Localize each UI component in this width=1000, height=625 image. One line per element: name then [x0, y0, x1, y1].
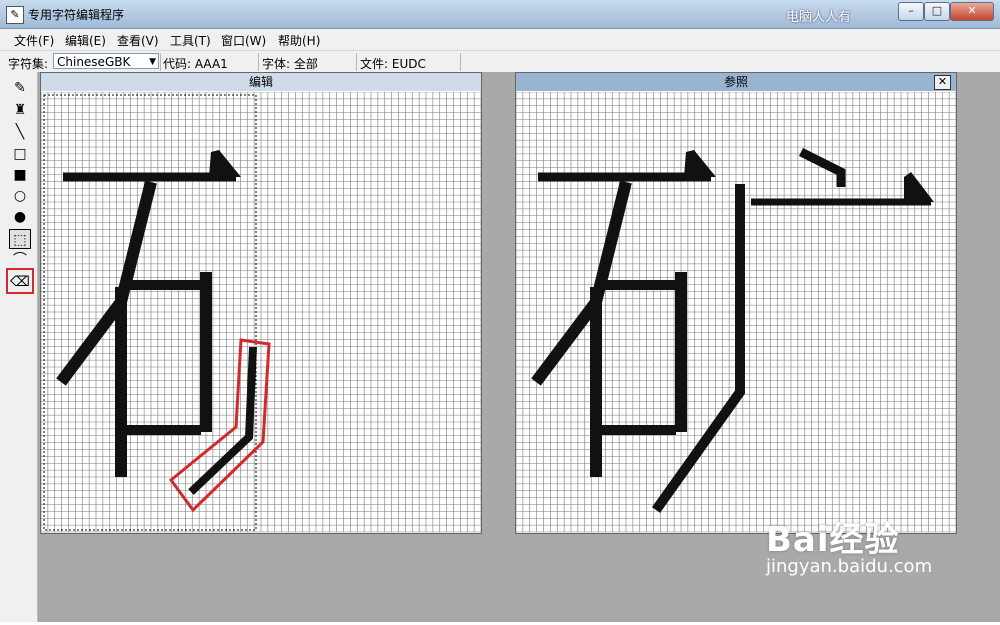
- line-icon[interactable]: ╲: [9, 122, 31, 142]
- charset-value: ChineseGBK: [57, 55, 131, 69]
- reference-panel: 参照 ✕: [515, 72, 957, 534]
- glyph-stroke: [904, 172, 934, 202]
- edit-panel: 编辑: [40, 72, 482, 534]
- hollow-ellipse-icon[interactable]: ○: [9, 186, 31, 206]
- menu-window[interactable]: 窗口(W): [221, 32, 266, 49]
- file-status: 文件: EUDC: [360, 57, 426, 71]
- reference-panel-title: 参照: [516, 73, 956, 91]
- separator: [160, 53, 161, 71]
- eraser-highlight-box: [6, 268, 34, 294]
- separator: [356, 53, 357, 71]
- glyph-stroke: [798, 147, 846, 187]
- charset-select[interactable]: ChineseGBK ▼: [53, 53, 159, 69]
- separator: [460, 53, 461, 71]
- menu-file[interactable]: 文件(F): [14, 32, 54, 49]
- code-status: 代码: AAA1: [163, 57, 228, 71]
- maximize-button[interactable]: □: [924, 2, 950, 21]
- hollow-rectangle-icon[interactable]: □: [9, 144, 31, 164]
- reference-close-button[interactable]: ✕: [934, 75, 951, 90]
- logo-text: Bai经验: [766, 520, 900, 560]
- brush-icon[interactable]: ♜: [9, 100, 31, 120]
- logo-url: jingyan.baidu.com: [766, 556, 933, 577]
- edit-panel-title: 编辑: [41, 73, 481, 91]
- app-icon: ✎: [6, 6, 24, 24]
- separator: [258, 53, 259, 71]
- info-row: 字符集: ChineseGBK ▼ 代码: AAA1 字体: 全部 文件: EU…: [0, 50, 1000, 74]
- glyph-stroke: [651, 184, 745, 513]
- font-status: 字体: 全部: [262, 57, 318, 71]
- edit-grid-canvas[interactable]: [41, 92, 481, 533]
- minimize-button[interactable]: –: [898, 2, 924, 21]
- tool-palette: ✎ ♜ ╲ □ ■ ○ ● ⬚ ⌒ ⌫: [0, 72, 38, 625]
- pencil-icon[interactable]: ✎: [9, 78, 31, 98]
- window-title: 专用字符编辑程序: [28, 8, 125, 22]
- reference-grid-canvas: [516, 92, 956, 533]
- baidu-jingyan-logo: Bai经验 jingyan.baidu.com: [766, 512, 932, 577]
- filled-rectangle-icon[interactable]: ■: [9, 165, 31, 185]
- menu-view[interactable]: 查看(V): [117, 32, 159, 49]
- freeform-select-icon[interactable]: ⌒: [9, 250, 31, 270]
- close-button[interactable]: ✕: [950, 2, 994, 21]
- filled-ellipse-icon[interactable]: ●: [9, 207, 31, 227]
- charset-label: 字符集:: [8, 57, 49, 71]
- menu-tools[interactable]: 工具(T): [170, 32, 211, 49]
- menu-bar: 文件(F) 编辑(E) 查看(V) 工具(T) 窗口(W) 帮助(H): [0, 29, 1000, 49]
- watermark-text: 电脑人人有: [786, 10, 852, 25]
- menu-help[interactable]: 帮助(H): [278, 32, 320, 49]
- rect-select-icon[interactable]: ⬚: [9, 229, 31, 249]
- title-bar: ✎ 专用字符编辑程序 电脑人人有 – □ ✕: [0, 0, 1000, 29]
- dropdown-arrow-icon[interactable]: ▼: [149, 54, 156, 70]
- menu-edit[interactable]: 编辑(E): [65, 32, 106, 49]
